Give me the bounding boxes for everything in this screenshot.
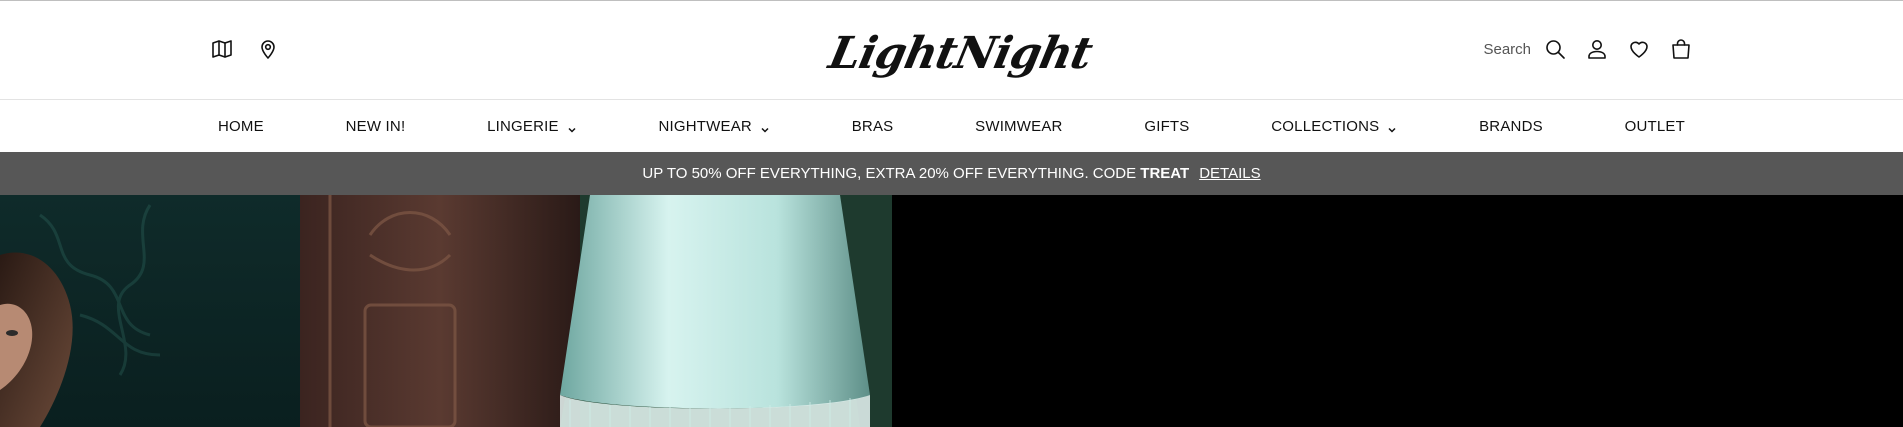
hero-image-drawing [0,195,892,427]
nav-item-label: COLLECTIONS [1271,118,1380,135]
nav-item-collections[interactable]: COLLECTIONS [1263,118,1405,135]
site-logo[interactable]: LightNight [824,23,1096,83]
nav-item-lingerie[interactable]: LINGERIE [479,118,585,135]
account-icon[interactable] [1585,37,1609,61]
chevron-down-icon [760,122,770,133]
promo-code: TREAT [1140,165,1190,182]
header-right-icons: Search [1483,37,1693,61]
promo-text: UP TO 50% OFF EVERYTHING, EXTRA 20% OFF … [642,165,1190,182]
main-nav-items: HOME NEW IN! LINGERIE NIGHTWEAR BRAS SWIMWEAR… [210,101,1693,152]
nav-item-label: BRAS [851,118,894,135]
chevron-down-icon [567,122,577,133]
site-header: LightNight Search [0,1,1903,100]
search-icon[interactable] [1543,37,1567,61]
nav-item-label: NIGHTWEAR [658,118,752,135]
nav-item-new-in[interactable]: NEW IN! [338,118,414,135]
nav-item-gifts[interactable]: GIFTS [1136,118,1197,135]
nav-item-label: NEW IN! [345,118,406,135]
nav-item-bras[interactable]: BRAS [844,118,902,135]
promo-details-link[interactable]: DETAILS [1199,165,1260,182]
shopping-bag-icon[interactable] [1669,37,1693,61]
map-icon[interactable] [210,37,234,61]
nav-item-label: GIFTS [1144,118,1190,135]
search-label[interactable]: Search [1483,41,1531,58]
location-pin-icon[interactable] [256,37,280,61]
hero-image [0,195,892,427]
logo-text: LightNight [824,27,1096,79]
nav-item-label: HOME [218,118,264,135]
nav-item-label: BRANDS [1479,118,1543,135]
nav-item-label: LINGERIE [487,118,559,135]
nav-item-label: SWIMWEAR [975,118,1063,135]
hero-banner[interactable] [0,195,1903,427]
chevron-down-icon [1387,122,1397,133]
wishlist-heart-icon[interactable] [1627,37,1651,61]
promo-banner: UP TO 50% OFF EVERYTHING, EXTRA 20% OFF … [0,152,1903,195]
header-left-icons [210,37,280,61]
nav-item-nightwear[interactable]: NIGHTWEAR [650,118,777,135]
nav-item-label: OUTLET [1624,118,1685,135]
nav-item-home[interactable]: HOME [210,118,272,135]
nav-item-swimwear[interactable]: SWIMWEAR [967,118,1070,135]
main-nav: HOME NEW IN! LINGERIE NIGHTWEAR BRAS SWIMWEAR… [0,101,1903,152]
nav-item-outlet[interactable]: OUTLET [1617,118,1693,135]
nav-item-brands[interactable]: BRANDS [1471,118,1551,135]
